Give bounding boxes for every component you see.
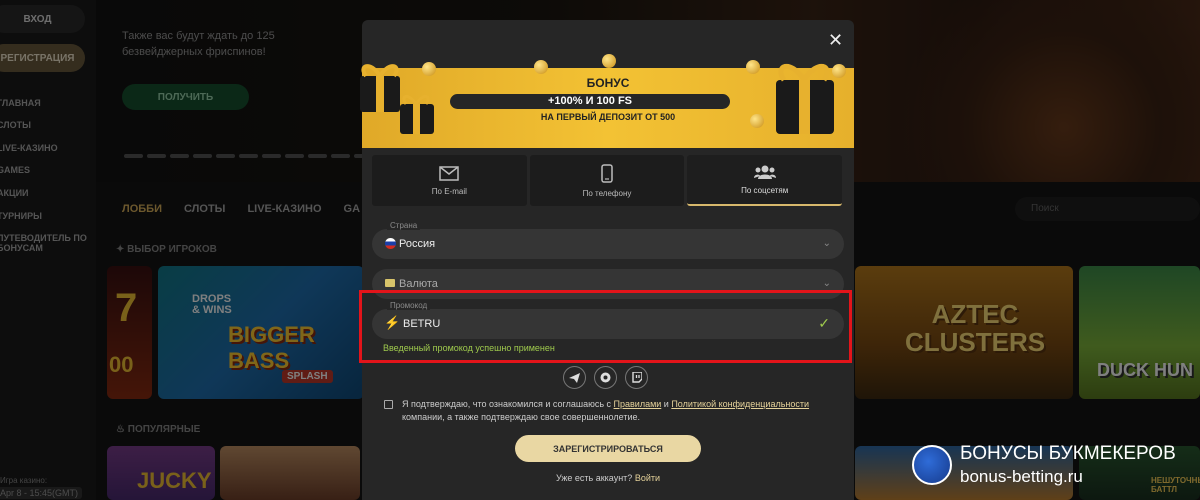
terms-checkbox[interactable] xyxy=(384,400,393,409)
bonus-subtitle: НА ПЕРВЫЙ ДЕПОЗИТ ОТ 500 xyxy=(540,112,676,122)
watermark-title: БОНУСЫ БУКМЕКЕРОВ xyxy=(960,443,1176,464)
country-value: Россия xyxy=(399,238,436,250)
chevron-down-icon: ⌄ xyxy=(822,278,831,289)
close-icon[interactable]: ✕ xyxy=(828,30,843,51)
chevron-down-icon: ⌄ xyxy=(822,238,831,249)
bonus-banner: БОНУС +100% И 100 FS НА ПЕРВЫЙ ДЕПОЗИТ О… xyxy=(360,54,854,148)
have-account-line: Уже есть аккаунт? Войти xyxy=(555,473,661,483)
rules-link[interactable]: Правилами xyxy=(614,399,662,409)
phone-icon xyxy=(601,163,613,183)
highlight-frame xyxy=(359,290,852,363)
mail-icon xyxy=(439,165,460,181)
terms-agreement: Я подтверждаю, что ознакомился и соглаша… xyxy=(384,398,824,424)
coin-icon xyxy=(746,60,760,74)
steam-icon[interactable] xyxy=(594,366,617,389)
currency-placeholder: Валюта xyxy=(399,278,438,290)
register-button[interactable]: ЗАРЕГИСТРИРОВАТЬСЯ xyxy=(515,435,701,462)
watermark-url: bonus-betting.ru xyxy=(960,467,1083,486)
social-login-row xyxy=(563,366,648,389)
coin-icon xyxy=(422,62,436,76)
privacy-policy-link[interactable]: Политикой конфиденциальности xyxy=(671,399,809,409)
tab-phone-label: По телефону xyxy=(582,188,632,198)
coin-icon xyxy=(602,54,616,68)
tab-email-label: По E-mail xyxy=(431,186,467,196)
coin-icon xyxy=(534,60,548,74)
registration-modal: ✕ БОНУС +100% И 100 FS НА ПЕРВЫЙ ДЕПОЗИТ… xyxy=(359,20,854,500)
terms-text: Я подтверждаю, что ознакомился и соглаша… xyxy=(402,399,810,422)
russia-flag-icon xyxy=(385,238,396,249)
gift-box-large-icon xyxy=(776,64,834,134)
users-icon xyxy=(753,165,776,179)
telegram-icon[interactable] xyxy=(563,366,586,389)
tab-social-label: По соцсетям xyxy=(741,186,789,195)
tab-email[interactable]: По E-mail xyxy=(372,155,527,206)
login-link[interactable]: Войти xyxy=(635,473,660,483)
country-select[interactable]: Страна Россия ⌄ xyxy=(372,221,844,259)
registration-tabs: По E-mail По телефону По соцсетям xyxy=(372,155,843,206)
currency-icon xyxy=(385,279,395,287)
soccer-ball-icon xyxy=(912,445,952,485)
tab-social[interactable]: По соцсетям xyxy=(687,155,843,206)
twitch-icon[interactable] xyxy=(625,366,648,389)
bonus-offer: +100% И 100 FS xyxy=(450,94,730,109)
country-label: Страна xyxy=(387,221,421,230)
bonus-title: БОНУС xyxy=(586,76,630,90)
tab-phone[interactable]: По телефону xyxy=(529,155,685,206)
